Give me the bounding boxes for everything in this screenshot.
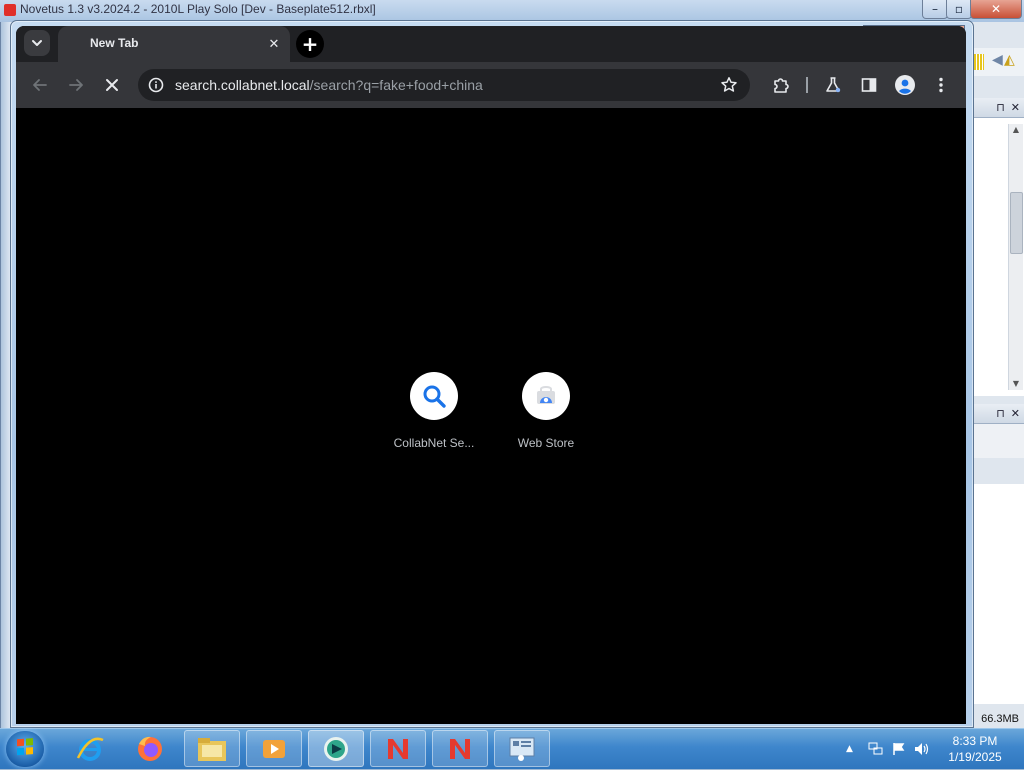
- explorer-panel-header: ⊓ ✕: [970, 98, 1024, 118]
- firefox-icon: [138, 736, 162, 761]
- search-icon: [423, 385, 446, 408]
- browser-window: New Tab ✕ + search.collabnet.local/searc…: [16, 26, 966, 724]
- back-button[interactable]: [28, 73, 52, 97]
- url-path: /search?q=fake+food+china: [309, 77, 483, 93]
- taskbar-firefox[interactable]: [122, 730, 178, 767]
- shortcut-icon-circle: [410, 372, 458, 420]
- kebab-menu-icon: [939, 77, 943, 93]
- tab-search-button[interactable]: [24, 30, 50, 56]
- tab-new-tab[interactable]: New Tab ✕: [58, 26, 290, 62]
- tab-close-icon[interactable]: ✕: [266, 36, 282, 52]
- background-right-panels: ◀ ◭ ⊓ ✕ ▲ ▼ ⊓ ✕ 66.3MB: [970, 22, 1024, 728]
- background-maximize-button[interactable]: ▫: [946, 0, 972, 19]
- url-text[interactable]: search.collabnet.local/search?q=fake+foo…: [175, 77, 483, 93]
- studio-icon: [509, 737, 535, 761]
- toolbar-separator: [806, 77, 808, 93]
- avatar-icon: [895, 75, 915, 95]
- url-host: search.collabnet.local: [175, 77, 310, 93]
- properties-toolbar: [970, 424, 1024, 458]
- profile-button[interactable]: [894, 74, 916, 96]
- panel-close-icon[interactable]: ✕: [1011, 407, 1020, 420]
- flask-icon: [826, 77, 841, 93]
- taskbar-media-player[interactable]: [246, 730, 302, 767]
- clock[interactable]: 8:33 PM 1/19/2025: [930, 733, 1020, 765]
- shortcut-web-store[interactable]: Web Store: [490, 372, 602, 450]
- new-tab-page: CollabNet Se... Web Store: [16, 108, 966, 724]
- side-panel-button[interactable]: [858, 74, 880, 96]
- puzzle-icon: [774, 78, 789, 93]
- panel-close-icon[interactable]: ✕: [1011, 101, 1020, 114]
- scroll-thumb[interactable]: [1010, 192, 1023, 254]
- side-panel-icon: [861, 78, 877, 92]
- bookmark-star-icon[interactable]: [720, 76, 738, 94]
- novetus-icon: [450, 738, 470, 759]
- launcher-icon: [324, 736, 348, 761]
- stop-x-icon: [106, 79, 118, 91]
- forward-button[interactable]: [64, 73, 88, 97]
- folder-icon: [198, 737, 226, 761]
- web-store-icon: [537, 386, 555, 404]
- taskbar-novetus-launcher[interactable]: [308, 730, 364, 767]
- clock-date: 1/19/2025: [948, 750, 1002, 764]
- shortcut-label: CollabNet Se...: [393, 436, 475, 450]
- shortcut-label: Web Store: [517, 436, 575, 450]
- scroll-up-icon[interactable]: ▲: [1009, 124, 1023, 136]
- new-tab-favicon-icon: [70, 38, 84, 52]
- taskbar-novetus-1[interactable]: [370, 730, 426, 767]
- background-close-button[interactable]: ✕: [970, 0, 1022, 19]
- scroll-down-icon[interactable]: ▼: [1009, 378, 1023, 390]
- taskbar: ▲ 8:33 PM 1/19/2025: [0, 728, 1024, 769]
- chevron-down-icon: [32, 40, 42, 46]
- labs-button[interactable]: [822, 74, 844, 96]
- novetus-app-icon: [4, 4, 16, 16]
- address-bar[interactable]: search.collabnet.local/search?q=fake+foo…: [138, 69, 750, 101]
- novetus-icon: [388, 738, 408, 759]
- toolbar-grip-icon: [974, 54, 984, 70]
- clock-time: 8:33 PM: [952, 734, 998, 748]
- network-icon[interactable]: [868, 742, 884, 756]
- browser-toolbar: search.collabnet.local/search?q=fake+foo…: [16, 62, 966, 108]
- site-info-icon[interactable]: [148, 77, 164, 93]
- volume-icon[interactable]: [914, 742, 930, 756]
- extensions-button[interactable]: [770, 74, 792, 96]
- background-minimize-button[interactable]: –: [922, 0, 948, 19]
- action-center-flag-icon[interactable]: [892, 742, 906, 756]
- back-arrow-icon: [33, 79, 47, 91]
- windows-logo-icon: [17, 738, 33, 756]
- new-tab-button[interactable]: +: [296, 30, 324, 58]
- background-window-title: Novetus 1.3 v3.2024.2 - 2010L Play Solo …: [20, 2, 376, 16]
- background-toolbar: ◀ ◭: [970, 48, 1024, 76]
- start-button[interactable]: [6, 731, 44, 767]
- stop-loading-button[interactable]: [100, 73, 124, 97]
- internet-explorer-icon: [76, 737, 104, 761]
- explorer-scrollbar[interactable]: ▲ ▼: [1008, 124, 1023, 390]
- panel-pin-icon[interactable]: ⊓: [996, 407, 1005, 420]
- panel-pin-icon[interactable]: ⊓: [996, 101, 1005, 114]
- taskbar-file-explorer[interactable]: [184, 730, 240, 767]
- arrow-left-icon[interactable]: ◀: [992, 52, 1003, 68]
- memory-usage: 66.3MB: [970, 710, 1024, 728]
- shortcut-icon-circle: [522, 372, 570, 420]
- taskbar-studio[interactable]: [494, 730, 550, 767]
- tray-chevron-icon[interactable]: ▲: [846, 744, 853, 754]
- forward-arrow-icon: [69, 79, 83, 91]
- tab-title: New Tab: [90, 36, 139, 50]
- taskbar-internet-explorer[interactable]: [62, 730, 118, 767]
- properties-panel-header: ⊓ ✕: [970, 404, 1024, 424]
- arrow-tool-icon[interactable]: ◭: [1004, 52, 1015, 68]
- shortcut-collabnet-search[interactable]: CollabNet Se...: [378, 372, 490, 450]
- properties-panel[interactable]: [970, 484, 1024, 704]
- explorer-panel[interactable]: ▲ ▼: [970, 118, 1024, 396]
- media-player-icon: [263, 739, 285, 758]
- taskbar-novetus-2[interactable]: [432, 730, 488, 767]
- menu-button[interactable]: [930, 74, 952, 96]
- tab-strip: New Tab ✕ +: [16, 26, 966, 62]
